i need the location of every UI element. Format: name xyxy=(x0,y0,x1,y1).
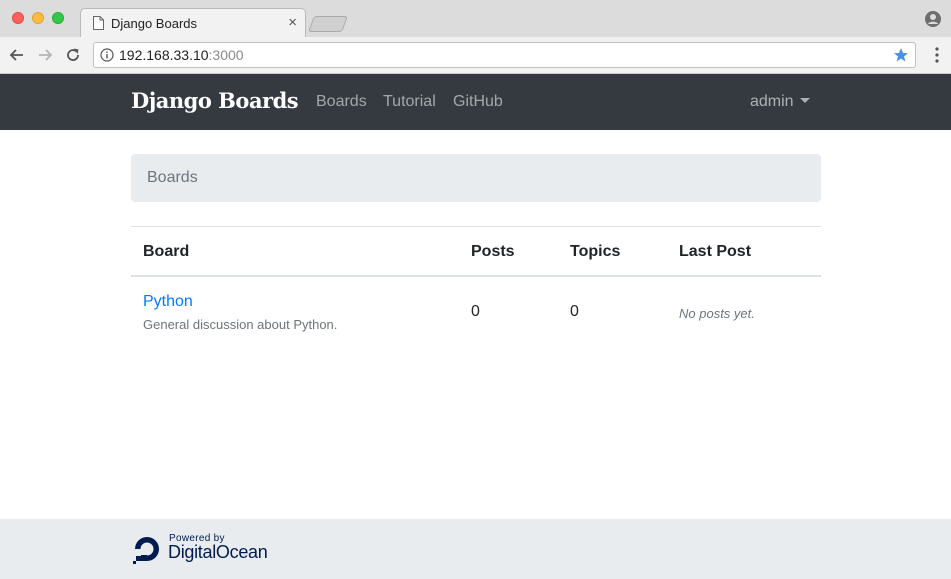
posts-count: 0 xyxy=(471,303,480,320)
breadcrumb: Boards xyxy=(131,154,821,202)
board-description: General discussion about Python. xyxy=(143,317,338,332)
header-topics: Topics xyxy=(570,243,621,260)
nav-link-github[interactable]: GitHub xyxy=(453,93,503,111)
reload-icon[interactable] xyxy=(64,46,82,64)
maximize-window-button[interactable] xyxy=(52,12,64,24)
boards-table: Board Posts Topics Last Post Python Gene… xyxy=(131,226,821,343)
back-arrow-icon[interactable] xyxy=(8,46,26,64)
new-tab-button[interactable] xyxy=(308,16,348,32)
browser-menu-icon[interactable] xyxy=(935,47,939,63)
url-host: 192.168.33.10 xyxy=(119,47,209,63)
brand-logo[interactable]: Django Boards xyxy=(131,88,299,113)
footer: Powered by DigitalOcean xyxy=(0,519,951,579)
browser-tab[interactable]: Django Boards × xyxy=(80,8,306,38)
url-port: :3000 xyxy=(208,47,244,63)
header-posts: Posts xyxy=(471,243,515,260)
tab-title: Django Boards xyxy=(111,16,197,31)
profile-icon[interactable] xyxy=(925,11,941,27)
header-last-post: Last Post xyxy=(679,243,752,260)
minimize-window-button[interactable] xyxy=(32,12,44,24)
bookmark-star-icon[interactable] xyxy=(893,47,909,63)
page-icon xyxy=(93,16,104,30)
caret-down-icon xyxy=(799,98,810,103)
nav-link-tutorial[interactable]: Tutorial xyxy=(383,93,436,111)
header-board: Board xyxy=(143,243,190,260)
tab-close-icon[interactable]: × xyxy=(288,14,297,32)
last-post-text: No posts yet. xyxy=(679,306,755,321)
browser-tab-strip: Django Boards × xyxy=(0,0,951,38)
user-name: admin xyxy=(750,93,794,110)
digitalocean-wordmark: DigitalOcean xyxy=(168,542,268,562)
table-row: Python General discussion about Python. … xyxy=(131,277,821,343)
board-link-python[interactable]: Python xyxy=(143,293,193,311)
forward-arrow-icon[interactable] xyxy=(36,46,54,64)
address-bar[interactable]: 192.168.33.10:3000 xyxy=(93,42,916,68)
user-dropdown[interactable]: admin xyxy=(750,93,810,111)
digitalocean-logo-icon xyxy=(133,537,159,564)
main-navbar: Django Boards Boards Tutorial GitHub adm… xyxy=(0,74,951,130)
close-window-button[interactable] xyxy=(12,12,24,24)
topics-count: 0 xyxy=(570,303,579,320)
breadcrumb-item-boards: Boards xyxy=(147,169,198,186)
table-header: Board Posts Topics Last Post xyxy=(131,227,821,277)
info-icon[interactable] xyxy=(100,48,114,62)
url-text[interactable]: 192.168.33.10:3000 xyxy=(119,47,244,63)
nav-link-boards[interactable]: Boards xyxy=(316,93,367,111)
browser-toolbar: 192.168.33.10:3000 xyxy=(0,37,951,74)
